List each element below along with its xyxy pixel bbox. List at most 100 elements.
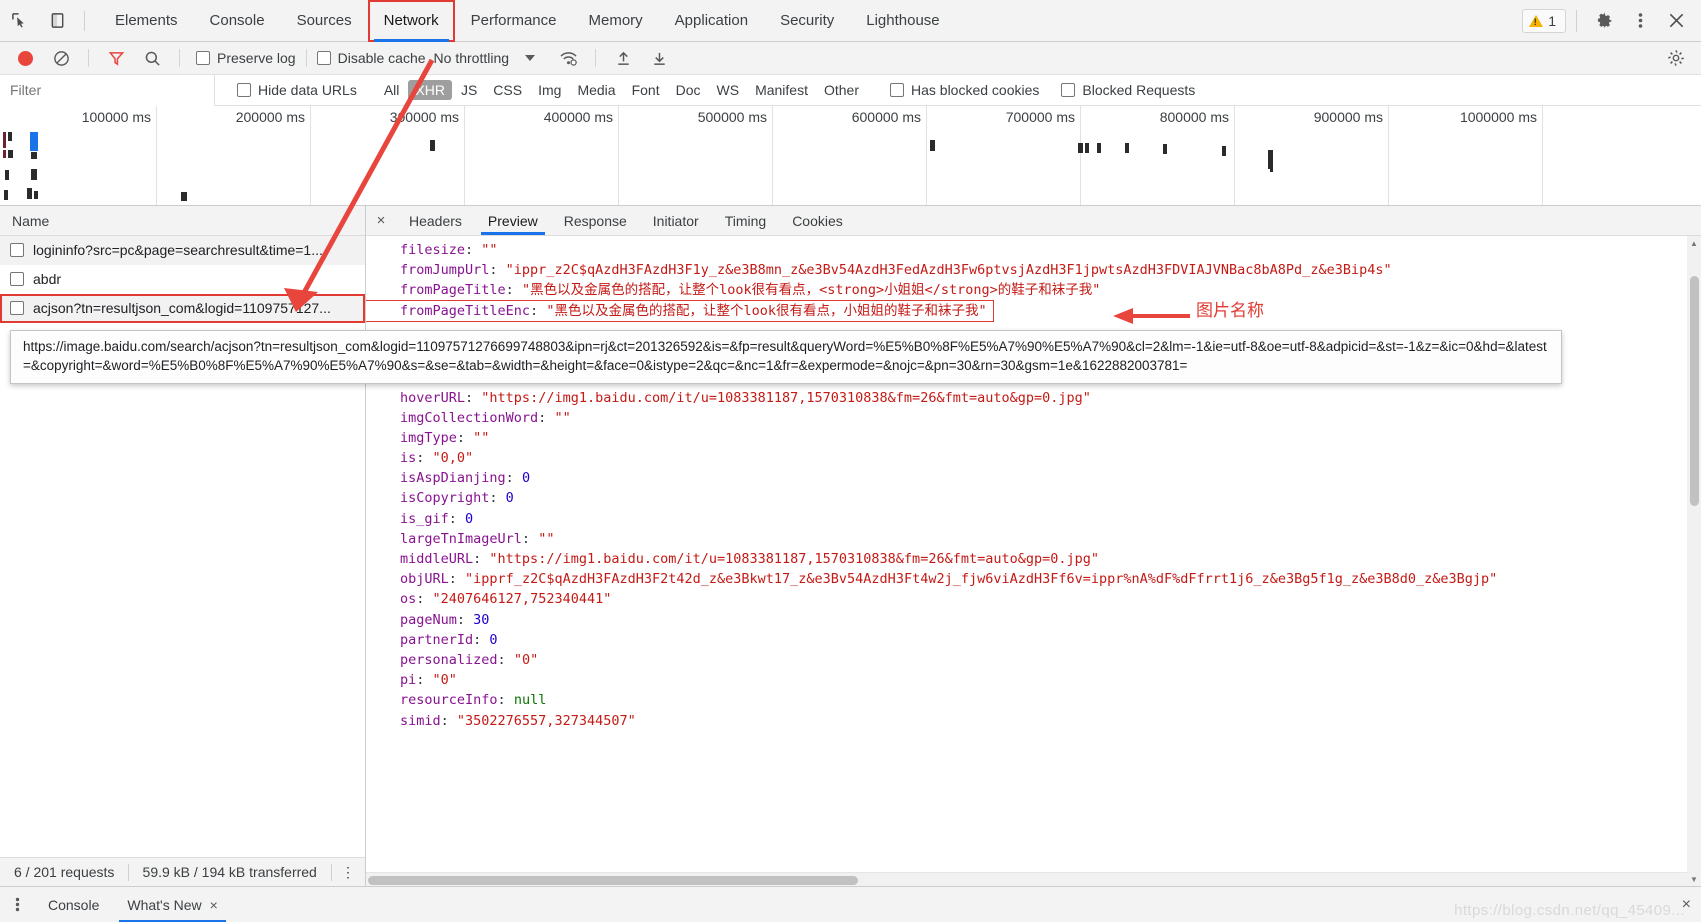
json-colon: : bbox=[416, 672, 433, 689]
json-value: "" bbox=[538, 530, 555, 547]
filter-funnel-icon[interactable] bbox=[99, 43, 133, 73]
filter-type-doc[interactable]: Doc bbox=[669, 80, 708, 100]
overview-request-bar bbox=[3, 132, 6, 148]
filter-type-manifest[interactable]: Manifest bbox=[748, 80, 815, 100]
tab-lighthouse-label: Lighthouse bbox=[866, 12, 940, 29]
row-checkbox[interactable] bbox=[10, 301, 24, 315]
download-icon[interactable] bbox=[642, 43, 676, 73]
filter-type-js[interactable]: JS bbox=[454, 80, 484, 100]
drawer-tab-close-icon[interactable]: × bbox=[210, 897, 218, 913]
vscroll-thumb[interactable] bbox=[1690, 276, 1699, 506]
overview-tick-900000: 900000 ms bbox=[1235, 106, 1389, 205]
blocked-requests-box[interactable] bbox=[1061, 83, 1076, 97]
disable-cache-checkbox[interactable]: Disable cache bbox=[316, 50, 426, 66]
url-tooltip-text: https://image.baidu.com/search/acjson?tn… bbox=[23, 339, 1547, 373]
tab-headers[interactable]: Headers bbox=[396, 206, 475, 235]
filter-type-font[interactable]: Font bbox=[625, 80, 667, 100]
overview-request-bar bbox=[181, 192, 187, 201]
devtools-window: Elements Console Sources Network Perform… bbox=[0, 0, 1701, 922]
preview-vertical-scrollbar[interactable]: ▲ ▼ bbox=[1687, 236, 1701, 886]
network-overview-timeline[interactable]: 100000 ms 200000 ms 300000 ms 400000 ms … bbox=[0, 106, 1701, 206]
hscroll-thumb[interactable] bbox=[368, 876, 858, 885]
table-row-selected[interactable]: acjson?tn=resultjson_com&logid=110975712… bbox=[0, 294, 365, 323]
filter-type-media[interactable]: Media bbox=[570, 80, 622, 100]
request-name: abdr bbox=[33, 271, 62, 287]
hide-data-urls-checkbox[interactable]: Hide data URLs bbox=[237, 82, 357, 98]
more-options-icon[interactable] bbox=[1623, 4, 1657, 38]
tab-cookies[interactable]: Cookies bbox=[779, 206, 856, 235]
filter-type-xhr-label: XHR bbox=[415, 82, 445, 98]
row-checkbox[interactable] bbox=[10, 272, 24, 286]
json-value: 0 bbox=[489, 631, 498, 648]
hide-data-urls-box[interactable] bbox=[237, 83, 251, 97]
request-name: acjson?tn=resultjson_com&logid=110975712… bbox=[33, 300, 331, 316]
filter-type-doc-label: Doc bbox=[675, 82, 701, 98]
tab-preview[interactable]: Preview bbox=[475, 206, 551, 235]
scroll-down-icon[interactable]: ▼ bbox=[1687, 872, 1701, 886]
tab-application[interactable]: Application bbox=[659, 0, 764, 42]
warning-badge[interactable]: 1 bbox=[1522, 8, 1566, 33]
overview-request-bar bbox=[1078, 143, 1083, 153]
throttle-caret-icon[interactable] bbox=[525, 55, 536, 61]
table-row[interactable]: abdr bbox=[0, 265, 365, 294]
throttling-select[interactable]: No throttling bbox=[434, 50, 509, 66]
clear-button[interactable] bbox=[44, 43, 78, 73]
request-name: logininfo?src=pc&page=searchresult&time=… bbox=[33, 242, 323, 258]
json-value: "2407646127,752340441" bbox=[432, 591, 612, 608]
filter-type-css[interactable]: CSS bbox=[486, 80, 529, 100]
inspect-element-icon[interactable] bbox=[0, 0, 38, 42]
drawer-close-icon[interactable]: × bbox=[1682, 896, 1691, 914]
filter-type-ws[interactable]: WS bbox=[710, 80, 747, 100]
drawer-more-options-icon[interactable] bbox=[0, 896, 34, 913]
tab-performance[interactable]: Performance bbox=[455, 0, 573, 42]
request-list-header[interactable]: Name bbox=[0, 206, 365, 236]
filter-type-img[interactable]: Img bbox=[531, 80, 568, 100]
json-key: fromJumpUrl bbox=[400, 262, 490, 279]
filter-type-other[interactable]: Other bbox=[817, 80, 866, 100]
close-devtools-icon[interactable] bbox=[1659, 4, 1693, 38]
scroll-up-icon[interactable]: ▲ bbox=[1687, 236, 1701, 250]
json-colon: : bbox=[416, 450, 433, 467]
settings-gear-icon[interactable] bbox=[1587, 4, 1621, 38]
preview-horizontal-scrollbar[interactable] bbox=[366, 872, 1687, 886]
has-blocked-cookies-box[interactable] bbox=[890, 83, 904, 97]
row-checkbox[interactable] bbox=[10, 243, 24, 257]
close-detail-icon[interactable]: × bbox=[366, 206, 396, 235]
overview-tick-700000: 700000 ms bbox=[927, 106, 1081, 205]
search-icon[interactable] bbox=[135, 43, 169, 73]
blocked-requests-checkbox[interactable]: Blocked Requests bbox=[1061, 82, 1195, 98]
wifi-settings-icon[interactable] bbox=[551, 43, 585, 73]
tab-memory[interactable]: Memory bbox=[573, 0, 659, 42]
filter-input[interactable] bbox=[0, 74, 215, 106]
filter-type-xhr[interactable]: XHR bbox=[408, 80, 452, 100]
record-button[interactable] bbox=[8, 43, 42, 73]
tab-initiator[interactable]: Initiator bbox=[640, 206, 712, 235]
drawer-tab-console[interactable]: Console bbox=[34, 887, 113, 922]
json-key: fromPageTitleEnc bbox=[400, 302, 531, 319]
tab-console[interactable]: Console bbox=[194, 0, 281, 42]
json-value: "" bbox=[554, 409, 571, 426]
overview-tick-label: 500000 ms bbox=[697, 109, 767, 125]
drawer-tab-whats-new[interactable]: What's New × bbox=[113, 887, 231, 922]
request-count: 6 / 201 requests bbox=[14, 864, 115, 880]
tab-security[interactable]: Security bbox=[764, 0, 850, 42]
preserve-log-checkbox[interactable]: Preserve log bbox=[196, 50, 296, 66]
filter-type-js-label: JS bbox=[460, 82, 478, 98]
filter-type-all[interactable]: All bbox=[377, 80, 407, 100]
tab-timing[interactable]: Timing bbox=[712, 206, 780, 235]
table-row[interactable]: logininfo?src=pc&page=searchresult&time=… bbox=[0, 236, 365, 265]
device-toolbar-icon[interactable] bbox=[38, 0, 76, 42]
json-key: objURL bbox=[400, 571, 449, 588]
tab-network[interactable]: Network bbox=[367, 0, 455, 42]
preserve-log-box[interactable] bbox=[196, 51, 210, 65]
network-settings-gear-icon[interactable] bbox=[1659, 43, 1693, 73]
upload-icon[interactable] bbox=[606, 43, 640, 73]
tab-lighthouse[interactable]: Lighthouse bbox=[850, 0, 955, 42]
json-key: middleURL bbox=[400, 551, 474, 568]
has-blocked-cookies-checkbox[interactable]: Has blocked cookies bbox=[890, 82, 1039, 98]
disable-cache-box[interactable] bbox=[316, 51, 331, 65]
status-more-icon[interactable]: ⋮ bbox=[331, 864, 365, 881]
tab-elements[interactable]: Elements bbox=[99, 0, 194, 42]
tab-response[interactable]: Response bbox=[551, 206, 640, 235]
tab-sources[interactable]: Sources bbox=[281, 0, 368, 42]
